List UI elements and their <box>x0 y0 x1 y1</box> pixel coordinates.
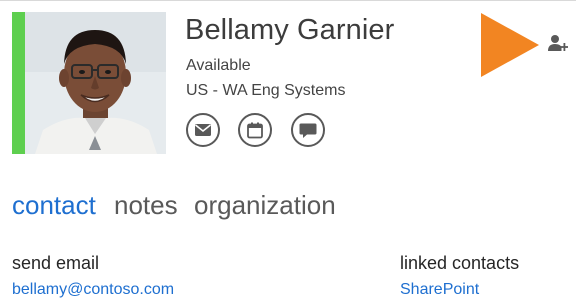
linked-contact-sharepoint-link[interactable]: SharePoint <box>400 281 479 299</box>
calendar-icon <box>247 122 263 138</box>
calendar-action-button[interactable] <box>238 113 272 147</box>
play-icon[interactable] <box>481 13 539 77</box>
tab-organization[interactable]: organization <box>194 190 336 221</box>
tab-contact[interactable]: contact <box>12 190 96 221</box>
add-contact-icon[interactable] <box>548 34 568 52</box>
contact-department: US - WA Eng Systems <box>186 82 346 99</box>
presence-indicator <box>12 12 25 154</box>
avatar <box>25 12 166 154</box>
top-divider <box>0 0 576 1</box>
email-action-button[interactable] <box>186 113 220 147</box>
contact-photo <box>25 12 166 154</box>
im-action-button[interactable] <box>291 113 325 147</box>
send-email-label: send email <box>12 253 100 273</box>
tab-notes[interactable]: notes <box>114 190 178 221</box>
email-link[interactable]: bellamy@contoso.com <box>12 281 174 299</box>
contact-name: Bellamy Garnier <box>185 14 395 46</box>
contact-card: Bellamy Garnier Available US - WA Eng Sy… <box>0 0 576 301</box>
linked-contacts-label: linked contacts <box>400 253 520 273</box>
presence-status: Available <box>186 57 251 74</box>
chat-bubble-icon <box>299 123 317 138</box>
envelope-icon <box>195 124 211 136</box>
